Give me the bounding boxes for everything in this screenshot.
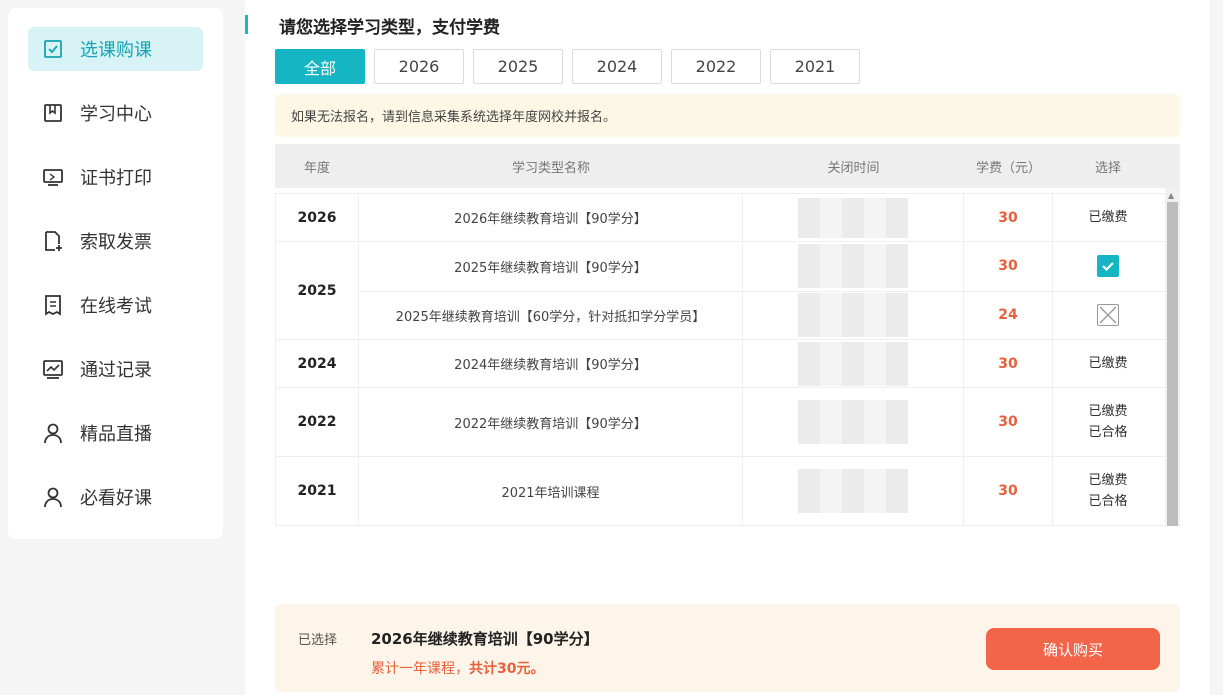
course-name: 2022年继续教育培训【90学分】 — [359, 388, 743, 456]
header-fee: 学费（元） — [975, 160, 1041, 176]
status-paid: 已缴费 — [1088, 210, 1128, 225]
course-fee: 30 — [964, 242, 1053, 291]
close-time-blurred — [743, 194, 964, 241]
select-checkbox-checked[interactable] — [1097, 255, 1119, 278]
tab-all[interactable]: 全部 — [275, 49, 365, 84]
close-time-blurred — [743, 340, 964, 387]
course-fee: 30 — [964, 388, 1053, 456]
tab-2024[interactable]: 2024 — [572, 49, 662, 84]
course-fee: 30 — [964, 340, 1053, 387]
tab-2021[interactable]: 2021 — [770, 49, 860, 84]
selected-label: 已选择 — [298, 633, 338, 648]
status-paid-passed: 已缴费 已合格 — [1088, 404, 1128, 440]
table-header: 年度 学习类型名称 关闭时间 学费（元） 选择 — [275, 144, 1180, 188]
table-row: 2024 2024年继续教育培训【90学分】 30 已缴费 — [275, 340, 1165, 388]
table-row: 2022 2022年继续教育培训【90学分】 30 已缴费 已合格 — [275, 388, 1165, 457]
tab-2026[interactable]: 2026 — [374, 49, 464, 84]
page-title: 请您选择学习类型，支付学费 — [279, 18, 500, 38]
select-checkbox-disabled[interactable] — [1097, 304, 1119, 327]
notice-banner: 如果无法报名，请到信息采集系统选择年度网校并报名。 — [275, 94, 1180, 137]
scroll-thumb[interactable] — [1167, 202, 1178, 526]
close-time-blurred — [743, 291, 964, 339]
user-icon — [42, 486, 64, 508]
sidebar-item-label: 学习中心 — [80, 104, 152, 125]
close-time-blurred — [743, 457, 964, 525]
sidebar-item-must-watch[interactable]: 必看好课 — [28, 475, 203, 519]
sidebar-item-label: 在线考试 — [80, 296, 152, 317]
header-select: 选择 — [1094, 160, 1121, 176]
course-fee: 30 — [964, 194, 1053, 241]
selected-course: 2026年继续教育培训【90学分】 — [371, 630, 599, 648]
sidebar-item-live[interactable]: 精品直播 — [28, 411, 203, 455]
course-name: 2025年继续教育培训【90学分】 — [359, 242, 743, 291]
table-row: 2025 2025年继续教育培训【90学分】 30 2025年继续教育培训【60… — [275, 242, 1165, 340]
close-time-blurred — [743, 242, 964, 291]
sidebar-item-pass-records[interactable]: 通过记录 — [28, 347, 203, 391]
user-icon — [42, 422, 64, 444]
sidebar-item-label: 选课购课 — [80, 40, 152, 61]
main-panel: 请您选择学习类型，支付学费 全部 2026 2025 2024 2022 202… — [245, 0, 1210, 695]
sidebar-item-label: 精品直播 — [80, 424, 152, 445]
course-name: 2026年继续教育培训【90学分】 — [359, 194, 743, 241]
row-year: 2026 — [275, 194, 359, 241]
status-paid-passed: 已缴费 已合格 — [1088, 473, 1128, 509]
sidebar-item-label: 通过记录 — [80, 360, 152, 381]
sidebar-item-certificate-print[interactable]: 证书打印 — [28, 155, 203, 199]
course-name: 2025年继续教育培训【60学分，针对抵扣学分学员】 — [359, 291, 743, 339]
sidebar-item-label: 必看好课 — [80, 488, 152, 509]
selection-summary: 累计一年课程，共计30元。 — [371, 661, 545, 677]
selection-summary-bar: 已选择 2026年继续教育培训【90学分】 累计一年课程，共计30元。 确认购买 — [275, 604, 1180, 692]
document-icon — [42, 294, 64, 316]
confirm-purchase-button[interactable]: 确认购买 — [986, 628, 1160, 670]
monitor-icon — [42, 166, 64, 188]
course-name: 2024年继续教育培训【90学分】 — [359, 340, 743, 387]
sidebar: 选课购课 学习中心 证书打印 索取发票 在线考试 通过记录 精品直播 必看好课 — [8, 8, 223, 539]
header-year: 年度 — [303, 160, 330, 176]
row-year: 2021 — [275, 457, 359, 525]
course-table: 年度 学习类型名称 关闭时间 学费（元） 选择 2026 2026年继续教育培训… — [275, 144, 1180, 526]
table-scrollbar[interactable]: ▲ — [1165, 188, 1180, 526]
sidebar-item-invoice[interactable]: 索取发票 — [28, 219, 203, 263]
row-year: 2022 — [275, 388, 359, 456]
scroll-up-arrow-icon[interactable]: ▲ — [1168, 191, 1174, 200]
status-paid: 已缴费 — [1088, 356, 1128, 371]
sidebar-item-label: 证书打印 — [80, 168, 152, 189]
year-tabs: 全部 2026 2025 2024 2022 2021 — [275, 49, 860, 84]
sidebar-item-course-selection[interactable]: 选课购课 — [28, 27, 203, 71]
tab-2022[interactable]: 2022 — [671, 49, 761, 84]
row-year: 2024 — [275, 340, 359, 387]
sidebar-item-label: 索取发票 — [80, 232, 152, 253]
table-row: 2026 2026年继续教育培训【90学分】 30 已缴费 — [275, 193, 1165, 242]
header-close-time: 关闭时间 — [827, 160, 880, 176]
table-row: 2021 2021年培训课程 30 已缴费 已合格 — [275, 457, 1165, 526]
sidebar-item-learning-center[interactable]: 学习中心 — [28, 91, 203, 135]
course-name: 2021年培训课程 — [359, 457, 743, 525]
course-fee: 30 — [964, 457, 1053, 525]
close-time-blurred — [743, 388, 964, 456]
sidebar-item-online-exam[interactable]: 在线考试 — [28, 283, 203, 327]
check-icon — [1102, 262, 1114, 272]
checkbox-icon — [42, 38, 64, 60]
book-icon — [42, 102, 64, 124]
tab-2025[interactable]: 2025 — [473, 49, 563, 84]
row-year: 2025 — [275, 242, 359, 339]
chart-icon — [42, 358, 64, 380]
course-fee: 24 — [964, 291, 1053, 339]
title-accent-bar — [245, 15, 248, 34]
table-body: 2026 2026年继续教育培训【90学分】 30 已缴费 2025 2025年… — [275, 188, 1165, 526]
cross-icon — [1099, 306, 1117, 324]
header-name: 学习类型名称 — [511, 160, 590, 176]
file-add-icon — [42, 230, 64, 252]
